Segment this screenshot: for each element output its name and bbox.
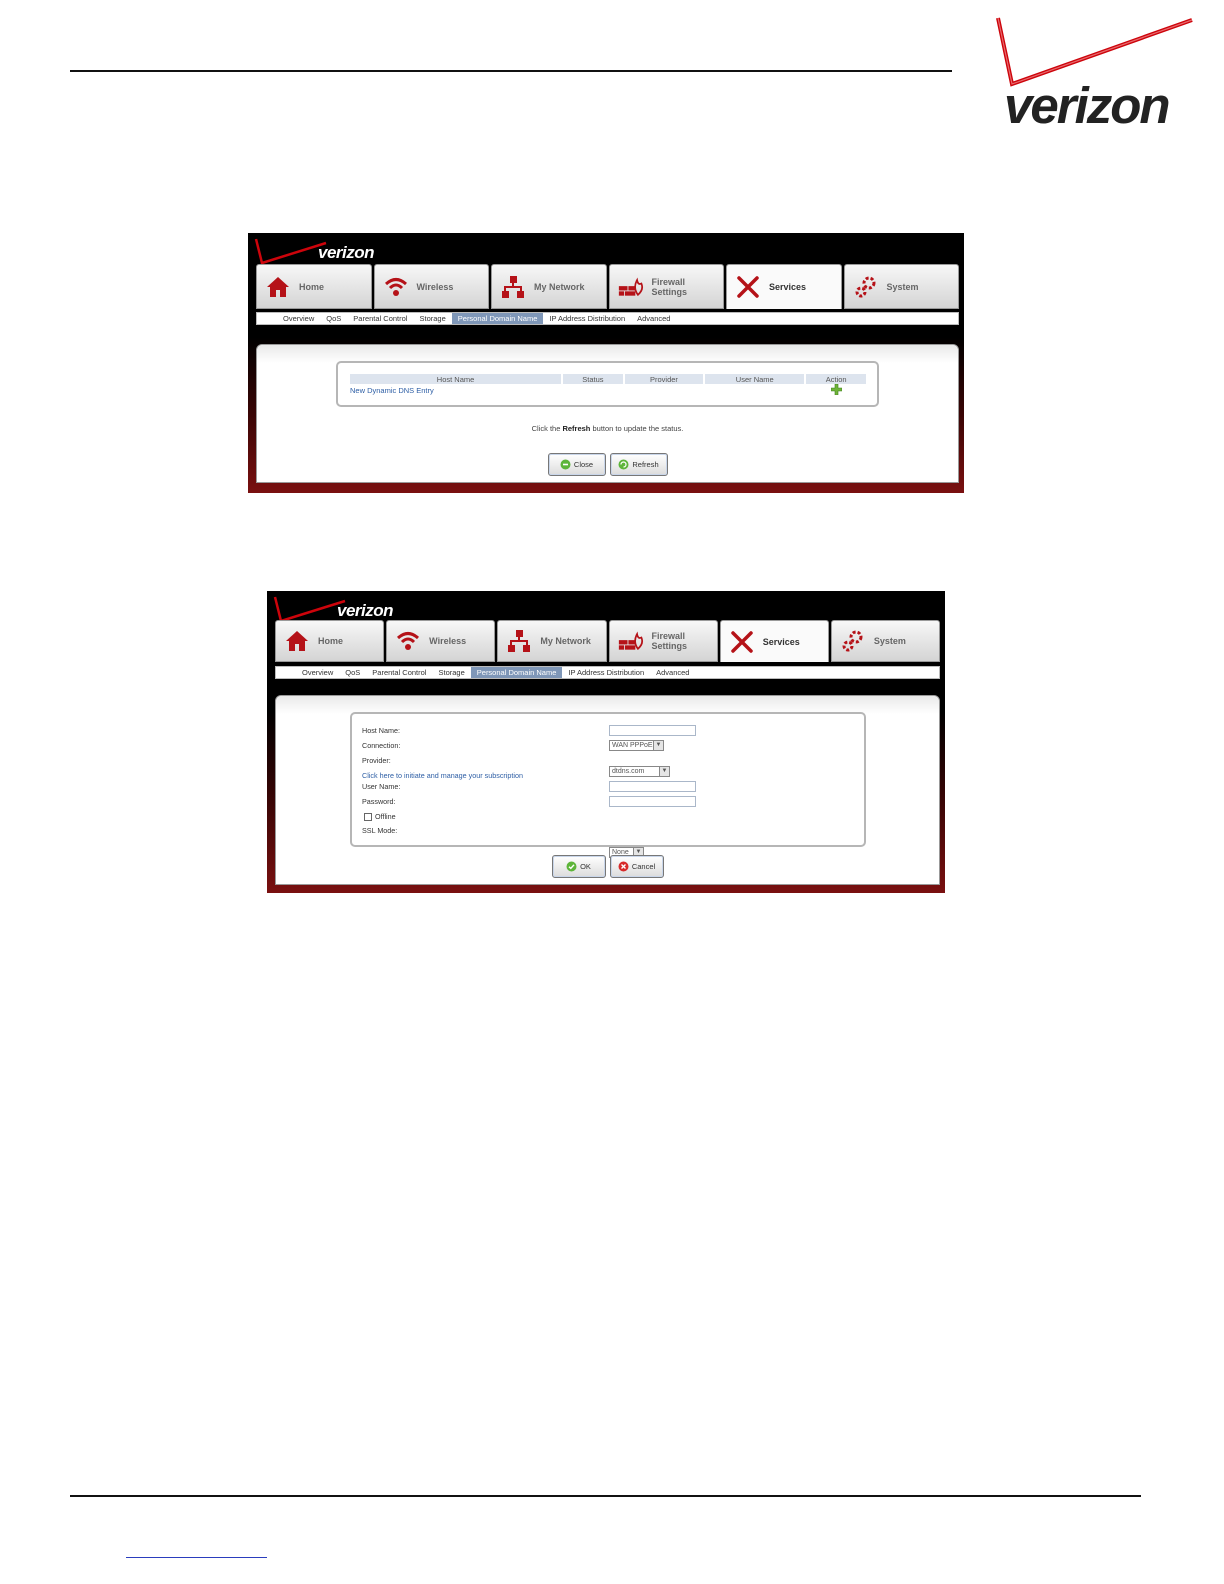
tab-wireless[interactable]: Wireless <box>373 264 489 309</box>
tab-home[interactable]: Home <box>275 620 385 662</box>
subnav-qos[interactable]: QoS <box>339 667 366 678</box>
tools-icon <box>735 274 761 300</box>
offline-checkbox[interactable] <box>364 813 372 822</box>
services-subnav: Overview QoS Parental Control Storage Pe… <box>275 666 940 679</box>
subnav-personal-domain-name[interactable]: Personal Domain Name <box>470 667 563 678</box>
top-rule <box>70 70 952 72</box>
logo-wordmark: verizon <box>1004 77 1171 134</box>
ssl-mode-label: SSL Mode: <box>362 826 398 835</box>
provider-label: Provider: <box>362 756 391 765</box>
password-label: Password: <box>362 797 396 806</box>
ddns-form-box: Host Name: Connection: WAN PPPoE ▼ Provi… <box>350 712 866 858</box>
ddns-table-box: Host Name Status Provider User Name Acti… <box>336 361 879 407</box>
main-tabs: Home Wireless My Network Firewall Settin… <box>275 620 941 662</box>
network-icon <box>506 628 532 654</box>
connection-select[interactable]: WAN PPPoE ▼ <box>609 740 664 751</box>
tab-firewall-settings[interactable]: Firewall Settings <box>608 264 724 309</box>
subnav-overview[interactable]: Overview <box>277 313 320 324</box>
content-panel: Host Name Status Provider User Name Acti… <box>256 344 959 483</box>
firewall-icon <box>618 274 644 300</box>
provider-select[interactable]: dtdns.com ▼ <box>609 766 670 777</box>
gears-icon <box>840 628 866 654</box>
close-button[interactable]: Close <box>547 453 606 476</box>
col-action: Action <box>806 374 866 384</box>
col-host-name: Host Name <box>350 374 562 384</box>
host-name-label: Host Name: <box>362 726 400 735</box>
subnav-ip-address-distribution[interactable]: IP Address Distribution <box>562 667 650 678</box>
subnav-ip-address-distribution[interactable]: IP Address Distribution <box>543 313 631 324</box>
refresh-button[interactable]: Refresh <box>609 453 668 476</box>
subnav-storage[interactable]: Storage <box>413 313 451 324</box>
cancel-icon <box>618 861 629 872</box>
tab-my-network[interactable]: My Network <box>497 620 607 662</box>
user-name-input[interactable] <box>609 781 696 792</box>
subnav-parental-control[interactable]: Parental Control <box>347 313 413 324</box>
cancel-button[interactable]: Cancel <box>609 855 664 878</box>
brand-logo: verizon <box>254 237 454 265</box>
network-icon <box>500 274 526 300</box>
add-icon[interactable] <box>830 383 842 396</box>
ddns-entry-form-screenshot: verizon Home Wireless My Network Firewal… <box>267 591 945 893</box>
subnav-parental-control[interactable]: Parental Control <box>366 667 432 678</box>
brand-logo: verizon <box>273 595 473 623</box>
tab-services[interactable]: Services <box>719 620 829 662</box>
ddns-table: Host Name Status Provider User Name Acti… <box>348 374 868 397</box>
firewall-icon <box>618 628 644 654</box>
services-subnav: Overview QoS Parental Control Storage Pe… <box>256 312 959 325</box>
content-panel: Host Name: Connection: WAN PPPoE ▼ Provi… <box>275 695 940 885</box>
connection-label: Connection: <box>362 741 401 750</box>
home-icon <box>265 274 291 300</box>
tab-services[interactable]: Services <box>726 264 842 309</box>
tab-my-network[interactable]: My Network <box>491 264 607 309</box>
tools-icon <box>729 629 755 655</box>
subscription-link[interactable]: Click here to initiate and manage your s… <box>362 771 523 780</box>
action-buttons: Close Refresh <box>257 453 958 476</box>
new-ddns-entry-link[interactable]: New Dynamic DNS Entry <box>350 384 561 397</box>
col-status: Status <box>563 374 623 384</box>
subnav-storage[interactable]: Storage <box>432 667 470 678</box>
tab-home[interactable]: Home <box>256 264 372 309</box>
password-input[interactable] <box>609 796 696 807</box>
tab-wireless[interactable]: Wireless <box>386 620 496 662</box>
refresh-hint: Click the Refresh button to update the s… <box>531 424 684 433</box>
chevron-down-icon: ▼ <box>653 741 663 750</box>
subnav-overview[interactable]: Overview <box>296 667 339 678</box>
col-provider: Provider <box>624 374 704 384</box>
gears-icon <box>853 274 879 300</box>
subnav-advanced[interactable]: Advanced <box>650 667 695 678</box>
tab-system[interactable]: System <box>843 264 959 309</box>
wifi-icon <box>395 628 421 654</box>
host-name-input[interactable] <box>609 725 696 736</box>
chevron-down-icon: ▼ <box>659 767 669 776</box>
subnav-advanced[interactable]: Advanced <box>631 313 676 324</box>
main-tabs: Home Wireless My Network Firewall Settin… <box>256 264 959 309</box>
tab-system[interactable]: System <box>830 620 941 662</box>
table-row: New Dynamic DNS Entry <box>350 383 866 397</box>
subnav-personal-domain-name[interactable]: Personal Domain Name <box>451 313 544 324</box>
bottom-rule <box>70 1495 1141 1497</box>
subnav-qos[interactable]: QoS <box>320 313 347 324</box>
col-user-name: User Name <box>705 374 805 384</box>
home-icon <box>284 628 310 654</box>
ok-button[interactable]: OK <box>551 855 606 878</box>
offline-option: Offline <box>364 812 396 822</box>
ddns-list-screenshot: verizon Home Wireless My Network Firewal… <box>248 233 964 493</box>
close-icon <box>560 459 571 470</box>
wifi-icon <box>383 274 409 300</box>
refresh-icon <box>618 459 629 470</box>
check-icon <box>566 861 577 872</box>
user-name-label: User Name: <box>362 782 401 791</box>
verizon-logo: verizon <box>990 14 1196 134</box>
tab-firewall-settings[interactable]: Firewall Settings <box>608 620 718 662</box>
action-buttons: OK Cancel <box>276 855 939 878</box>
footer-link-underline[interactable] <box>126 1557 267 1558</box>
